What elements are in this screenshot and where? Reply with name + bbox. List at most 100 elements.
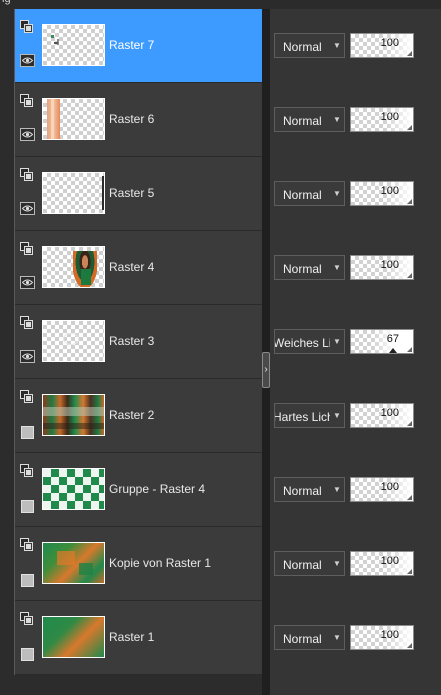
- layer-list-footer: [0, 675, 262, 695]
- layer-properties-row: Normal ▼ 100: [270, 157, 441, 231]
- blend-mode-dropdown[interactable]: Normal ▼: [274, 33, 345, 58]
- blend-mode-dropdown[interactable]: Normal ▼: [274, 255, 345, 280]
- layer-thumbnail[interactable]: [42, 98, 105, 140]
- blend-mode-value: Normal: [283, 558, 322, 572]
- resize-corner-icon: [407, 569, 412, 574]
- layer-thumbnail[interactable]: [42, 542, 105, 584]
- chevron-down-icon[interactable]: ▼: [330, 330, 344, 353]
- layer-name[interactable]: Raster 4: [109, 260, 154, 274]
- blend-mode-dropdown[interactable]: Weiches Licht ▼: [274, 329, 345, 354]
- layer-name[interactable]: Kopie von Raster 1: [109, 556, 211, 570]
- opacity-slider[interactable]: 100: [350, 255, 414, 280]
- title-bar-fragment: lg: [0, 0, 441, 9]
- opacity-value: 67: [386, 333, 399, 345]
- chevron-down-icon[interactable]: ▼: [330, 404, 344, 427]
- blend-mode-value: Normal: [283, 40, 322, 54]
- layer-name[interactable]: Raster 5: [109, 186, 154, 200]
- blend-mode-dropdown[interactable]: Normal ▼: [274, 107, 345, 132]
- opacity-value: 100: [380, 37, 399, 49]
- blend-mode-dropdown[interactable]: Normal ▼: [274, 551, 345, 576]
- opacity-slider[interactable]: 100: [350, 551, 414, 576]
- blend-mode-value: Normal: [283, 114, 322, 128]
- layer-thumbnail[interactable]: [42, 246, 105, 288]
- visibility-toggle-off[interactable]: [21, 426, 34, 439]
- opacity-value: 100: [380, 555, 399, 567]
- layer-name[interactable]: Raster 2: [109, 408, 154, 422]
- layer-row[interactable]: Raster 3: [15, 305, 263, 379]
- layer-row[interactable]: Raster 2: [15, 379, 263, 453]
- layer-thumbnail[interactable]: [42, 616, 105, 658]
- opacity-value: 100: [380, 111, 399, 123]
- opacity-value: 100: [380, 481, 399, 493]
- layer-row[interactable]: Gruppe - Raster 4: [15, 453, 263, 527]
- layer-name[interactable]: Raster 7: [109, 38, 154, 52]
- layer-thumbnail[interactable]: [42, 394, 105, 436]
- layer-row[interactable]: Raster 4: [15, 231, 263, 305]
- chevron-down-icon[interactable]: ▼: [330, 478, 344, 501]
- resize-corner-icon: [407, 51, 412, 56]
- opacity-slider[interactable]: 100: [350, 403, 414, 428]
- layer-name[interactable]: Gruppe - Raster 4: [109, 482, 205, 496]
- opacity-slider[interactable]: 100: [350, 477, 414, 502]
- chevron-right-icon: ›: [264, 364, 268, 375]
- layer-properties-row: Hartes Licht ▼ 100: [270, 379, 441, 453]
- blend-mode-value: Normal: [283, 262, 322, 276]
- blend-mode-value: Hartes Licht: [274, 410, 338, 424]
- chevron-down-icon[interactable]: ▼: [330, 182, 344, 205]
- layer-properties-row: Normal ▼ 100: [270, 453, 441, 527]
- layer-properties-row: Normal ▼ 100: [270, 231, 441, 305]
- visibility-toggle-off[interactable]: [21, 500, 34, 513]
- raster-layer-icon: [20, 20, 33, 33]
- layer-row[interactable]: Raster 1: [15, 601, 263, 675]
- opacity-slider[interactable]: 100: [350, 33, 414, 58]
- eye-icon[interactable]: [20, 276, 35, 289]
- chevron-down-icon[interactable]: ▼: [330, 552, 344, 575]
- layer-name[interactable]: Raster 6: [109, 112, 154, 126]
- layer-name[interactable]: Raster 1: [109, 630, 154, 644]
- eye-icon[interactable]: [20, 54, 35, 67]
- layer-properties-column: Normal ▼ 100 Normal ▼ 100 Normal ▼ 100 Normal ▼ 100…: [270, 9, 441, 695]
- opacity-value: 100: [380, 259, 399, 271]
- blend-mode-value: Normal: [283, 484, 322, 498]
- layer-properties-row: Normal ▼ 100: [270, 601, 441, 675]
- resize-corner-icon: [407, 643, 412, 648]
- layer-thumbnail[interactable]: [42, 468, 105, 510]
- eye-icon[interactable]: [20, 350, 35, 363]
- blend-mode-dropdown[interactable]: Normal ▼: [274, 625, 345, 650]
- opacity-value: 100: [380, 629, 399, 641]
- splitter-handle[interactable]: ›: [262, 352, 270, 388]
- layer-list[interactable]: Raster 7 Raster 6 Raster 5 Raster 4 Raster 3…: [14, 9, 263, 675]
- layer-row[interactable]: Raster 7: [15, 9, 263, 83]
- opacity-slider[interactable]: 67: [350, 329, 414, 354]
- resize-corner-icon: [407, 273, 412, 278]
- chevron-down-icon[interactable]: ▼: [330, 626, 344, 649]
- chevron-down-icon[interactable]: ▼: [330, 256, 344, 279]
- layer-thumbnail[interactable]: [42, 24, 105, 66]
- opacity-pointer-icon[interactable]: [388, 348, 397, 353]
- layer-thumbnail[interactable]: [42, 320, 105, 362]
- opacity-value: 100: [380, 407, 399, 419]
- opacity-value: 100: [380, 185, 399, 197]
- opacity-slider[interactable]: 100: [350, 107, 414, 132]
- eye-icon[interactable]: [20, 202, 35, 215]
- layer-properties-row: Weiches Licht ▼ 67: [270, 305, 441, 379]
- blend-mode-value: Normal: [283, 632, 322, 646]
- blend-mode-dropdown[interactable]: Normal ▼: [274, 477, 345, 502]
- opacity-slider[interactable]: 100: [350, 625, 414, 650]
- layer-row[interactable]: Kopie von Raster 1: [15, 527, 263, 601]
- chevron-down-icon[interactable]: ▼: [330, 108, 344, 131]
- visibility-toggle-off[interactable]: [21, 648, 34, 661]
- eye-icon[interactable]: [20, 128, 35, 141]
- blend-mode-dropdown[interactable]: Hartes Licht ▼: [274, 403, 345, 428]
- resize-corner-icon: [407, 199, 412, 204]
- layer-row[interactable]: Raster 5: [15, 157, 263, 231]
- raster-layer-icon: [20, 390, 33, 403]
- opacity-slider[interactable]: 100: [350, 181, 414, 206]
- chevron-down-icon[interactable]: ▼: [330, 34, 344, 57]
- layer-name[interactable]: Raster 3: [109, 334, 154, 348]
- visibility-toggle-off[interactable]: [21, 574, 34, 587]
- layer-row[interactable]: Raster 6: [15, 83, 263, 157]
- raster-layer-icon: [20, 94, 33, 107]
- blend-mode-dropdown[interactable]: Normal ▼: [274, 181, 345, 206]
- layer-thumbnail[interactable]: [42, 172, 105, 214]
